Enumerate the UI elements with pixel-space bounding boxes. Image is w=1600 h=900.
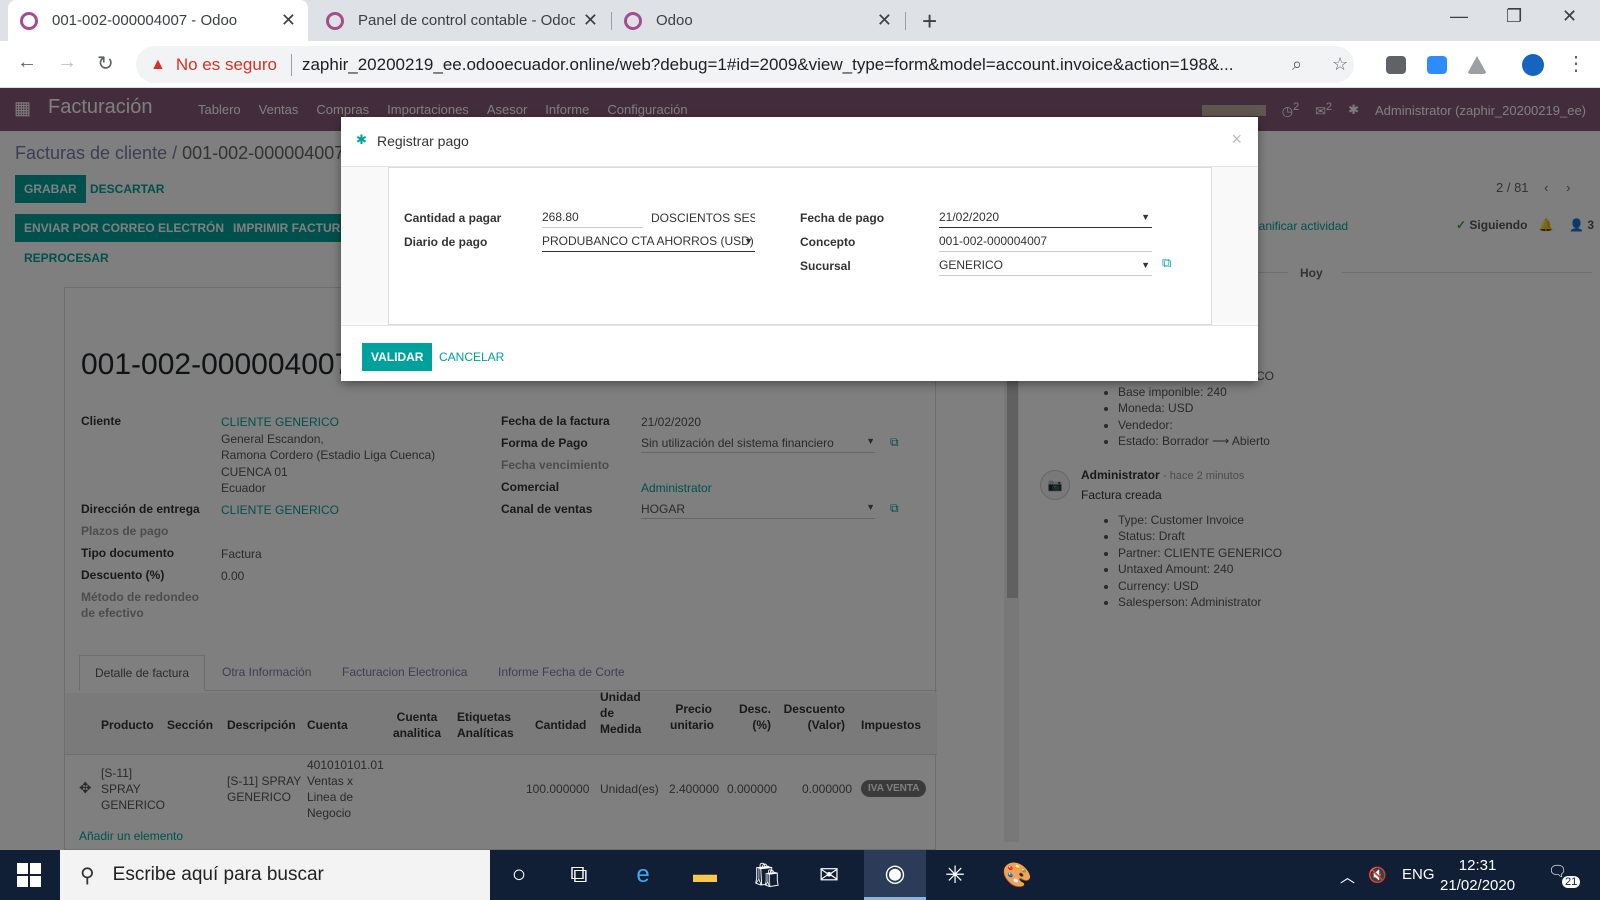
extension-zoom-icon[interactable] [1427, 56, 1447, 74]
omnibox-divider [290, 53, 292, 76]
odoo-favicon-icon [326, 11, 344, 30]
branch-value: GENERICO [939, 258, 1004, 272]
forward-icon[interactable]: → [57, 51, 77, 74]
tab-title: 001-002-000004007 - Odoo [52, 12, 238, 29]
amount-in-words: DOSCIENTOS SESE [651, 211, 755, 225]
branch-select[interactable]: GENERICO ▼ [939, 256, 1152, 276]
new-tab-icon[interactable]: + [922, 6, 937, 37]
security-label[interactable]: No es seguro [176, 55, 277, 75]
reload-icon[interactable]: ↻ [97, 51, 114, 76]
tab-title: Panel de control contable - Odoo [358, 12, 575, 29]
extension-mask-icon[interactable] [1386, 56, 1406, 74]
browser-tab-invoice[interactable]: 001-002-000004007 - Odoo ✕ [8, 0, 308, 41]
amount-value: 268.80 [542, 210, 579, 224]
taskbar-search-placeholder: Escribe aquí para buscar [112, 864, 324, 885]
dialog-header: ✱ Registrar pago × [341, 117, 1258, 167]
browser-tabstrip: 001-002-000004007 - Odoo ✕ Panel de cont… [0, 0, 1600, 41]
odoo-favicon-icon [20, 11, 38, 30]
chrome-menu-icon[interactable]: ⋮ [1566, 51, 1586, 76]
zoom-icon[interactable]: ⌕ [1292, 54, 1302, 75]
validate-button[interactable]: VALIDAR [362, 343, 433, 371]
memo-value: 001-002-000004007 [939, 234, 1048, 248]
store-icon[interactable]: 🛍 [736, 850, 798, 900]
register-payment-dialog: ✱ Registrar pago × Cantidad a pagar 268.… [341, 117, 1258, 381]
clock-date: 21/02/2020 [1440, 877, 1516, 894]
file-explorer-icon[interactable]: ▬ [674, 850, 736, 900]
paint-icon[interactable]: 🎨 [986, 850, 1048, 900]
dialog-body: Cantidad a pagar 268.80 DOSCIENTOS SESE … [341, 167, 1258, 325]
task-view-icon[interactable]: ⧉ [548, 850, 610, 900]
dialog-footer: VALIDAR CANCELAR [341, 325, 1258, 381]
taskbar-search[interactable]: ⚲ Escribe aquí para buscar [60, 850, 490, 900]
extension-blue-icon[interactable] [1522, 54, 1544, 76]
notifications-count: 21 [1562, 876, 1581, 888]
journal-value: PRODUBANCO CTA AHORROS (USD) [542, 234, 754, 248]
omnibox[interactable]: ▲ No es seguro zaphir_20200219_ee.odooec… [136, 46, 1354, 83]
browser-tab-odoo[interactable]: Odoo ✕ [612, 0, 904, 41]
search-icon: ⚲ [80, 864, 95, 887]
close-window-icon[interactable]: ✕ [1562, 6, 1577, 27]
caret-down-icon: ▼ [1141, 212, 1150, 222]
amount-label: Cantidad a pagar [404, 211, 502, 225]
journal-select[interactable]: PRODUBANCO CTA AHORROS (USD) ▼ [542, 232, 755, 252]
close-icon[interactable]: × [1231, 129, 1242, 150]
payment-date-input[interactable]: 21/02/2020 ▼ [939, 208, 1152, 228]
external-link-icon[interactable]: ⧉ [1162, 255, 1171, 271]
slack-icon[interactable]: ✳ [924, 850, 986, 900]
windows-start-icon[interactable] [17, 863, 41, 887]
close-tab-icon[interactable]: ✕ [281, 10, 296, 31]
tab-title: Odoo [656, 12, 693, 29]
language-indicator[interactable]: ENG [1402, 866, 1435, 883]
branch-label: Sucursal [800, 259, 851, 273]
clock[interactable]: 12:31 21/02/2020 [1440, 856, 1515, 896]
odoo-favicon-icon [624, 11, 642, 30]
payment-date-value: 21/02/2020 [939, 210, 1000, 224]
memo-label: Concepto [800, 235, 856, 249]
payment-date-label: Fecha de pago [800, 211, 885, 225]
mail-icon[interactable]: ✉ [798, 850, 860, 900]
windows-taskbar: ⚲ Escribe aquí para buscar ○ ⧉ e ▬ 🛍 ✉ ◉… [0, 850, 1600, 900]
url-text[interactable]: zaphir_20200219_ee.odooecuador.online/we… [302, 55, 1282, 75]
edge-icon[interactable]: e [612, 850, 674, 900]
minimize-icon[interactable]: — [1450, 6, 1468, 27]
debug-bug-icon[interactable]: ✱ [356, 132, 367, 148]
browser-tab-panel[interactable]: Panel de control contable - Odoo ✕ [314, 0, 610, 41]
journal-label: Diario de pago [404, 235, 488, 249]
address-bar: ← → ↻ ▲ No es seguro zaphir_20200219_ee.… [0, 41, 1600, 88]
amount-input[interactable]: 268.80 [542, 208, 643, 228]
dialog-title: Registrar pago [377, 133, 469, 149]
clock-time: 12:31 [1458, 857, 1497, 874]
chrome-icon[interactable]: ◉ [864, 850, 926, 900]
memo-input[interactable]: 001-002-000004007 [939, 232, 1152, 252]
bookmark-star-icon[interactable]: ☆ [1332, 54, 1348, 75]
caret-down-icon: ▼ [744, 236, 753, 246]
close-tab-icon[interactable]: ✕ [583, 10, 598, 31]
tab-separator [905, 12, 906, 30]
caret-down-icon: ▼ [1141, 260, 1150, 270]
warning-icon: ▲ [150, 55, 166, 73]
back-icon[interactable]: ← [17, 51, 37, 74]
tray-chevron-icon[interactable]: ︿ [1340, 866, 1355, 887]
cortana-icon[interactable]: ○ [488, 850, 550, 900]
volume-muted-icon[interactable]: 🔇 [1368, 866, 1387, 884]
extension-drive-icon[interactable] [1467, 56, 1487, 74]
close-tab-icon[interactable]: ✕ [877, 10, 892, 31]
payment-form: Cantidad a pagar 268.80 DOSCIENTOS SESE … [388, 167, 1212, 325]
cancel-button[interactable]: CANCELAR [439, 350, 504, 364]
restore-icon[interactable]: ❐ [1506, 6, 1522, 27]
